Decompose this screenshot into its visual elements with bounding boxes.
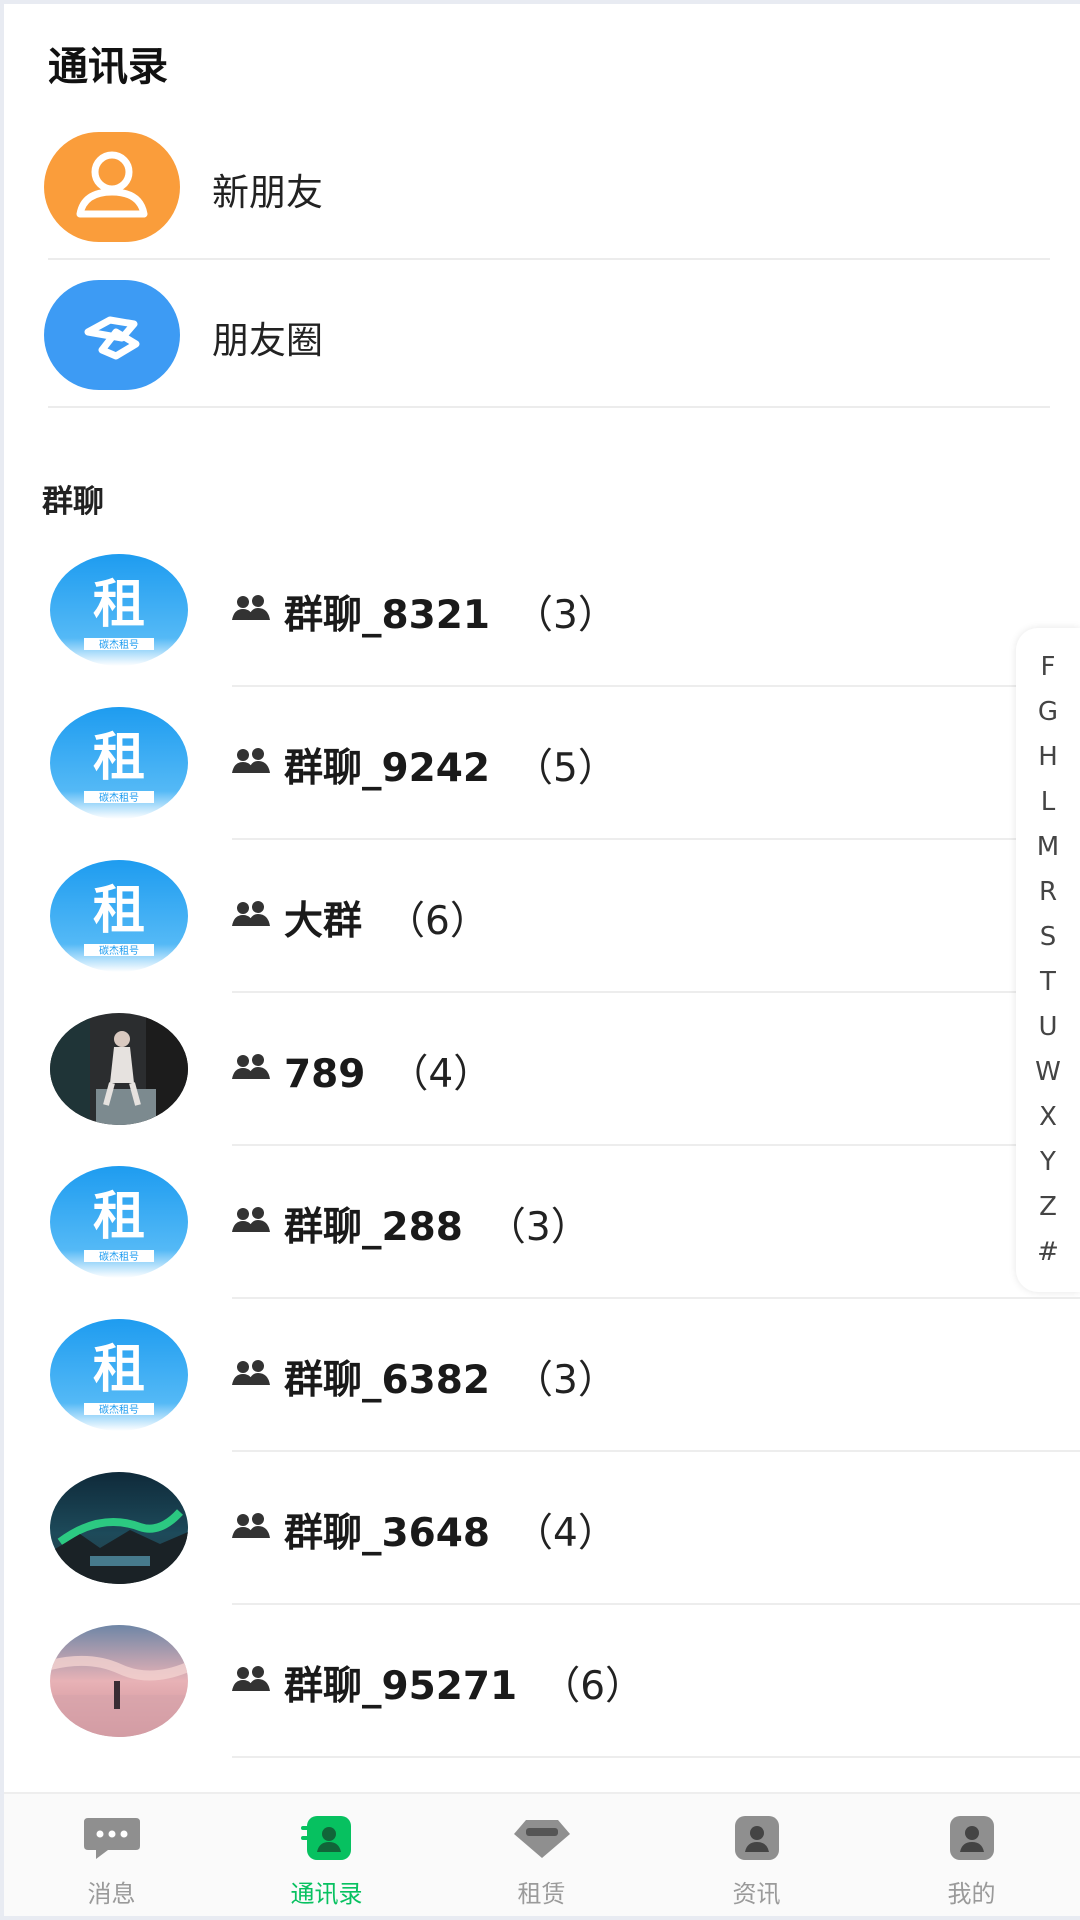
index-letter[interactable]: # [1016,1237,1080,1267]
group-row[interactable]: 租 碳杰租号 群聊_288 （3） [4,1146,1080,1299]
svg-text:租: 租 [93,1340,145,1400]
tab-label: 资讯 [732,1880,781,1908]
group-row[interactable]: 群聊_95271 （6） [4,1605,1080,1758]
group-member-count: （3） [514,593,617,638]
moments-item[interactable]: 朋友圈 [4,258,1080,406]
svg-text:碳杰租号: 碳杰租号 [99,791,139,804]
group-member-count: （6） [541,1664,645,1709]
index-letter[interactable]: Y [1016,1147,1080,1177]
group-name: 群聊_95271 （6） [284,1664,645,1709]
group-member-count: （3） [514,1358,617,1403]
svg-text:租: 租 [93,575,145,635]
group-row[interactable]: 租 碳杰租号 群聊_9242 （5） [4,687,1080,840]
tab-label: 通讯录 [290,1880,363,1908]
diamond-icon [514,1820,570,1858]
tab-news[interactable]: 资讯 [649,1794,864,1916]
group-member-count: （6） [386,899,489,944]
index-letter[interactable]: U [1016,1012,1080,1042]
svg-text:碳杰租号: 碳杰租号 [99,1403,139,1416]
tab-messages[interactable]: 消息 [4,1794,219,1916]
group-name: 群聊_9242 （5） [284,746,617,791]
news-icon [735,1816,779,1860]
group-name: 群聊_288 （3） [284,1205,590,1250]
group-icon [232,1666,270,1691]
group-avatar-photo [50,1625,188,1737]
group-avatar-zu-logo: 租 碳杰租号 [50,554,188,666]
contacts-screen: 通讯录 新朋友 朋友圈 群聊 租 碳杰租号 群聊_8321 （3） 租 碳杰租号… [4,4,1080,1916]
new-friends-item[interactable]: 新朋友 [4,110,1080,258]
tab-profile[interactable]: 我的 [864,1794,1079,1916]
index-letter[interactable]: X [1016,1102,1080,1132]
group-name: 群聊_8321 （3） [284,593,617,638]
index-letter[interactable]: G [1016,697,1080,727]
page-title: 通讯录 [48,44,168,90]
index-letter[interactable]: R [1016,877,1080,907]
svg-text:碳杰租号: 碳杰租号 [99,638,139,651]
group-member-count: （5） [514,746,617,791]
group-name: 群聊_6382 （3） [284,1358,617,1403]
group-icon [232,1054,270,1079]
group-icon [232,1513,270,1538]
svg-text:租: 租 [93,1187,145,1247]
group-row[interactable]: 789 （4） [4,993,1080,1146]
svg-text:租: 租 [93,881,145,941]
contacts-icon [301,1816,351,1860]
tab-label: 租赁 [517,1880,566,1908]
index-letter[interactable]: H [1016,742,1080,772]
group-avatar-zu-logo: 租 碳杰租号 [50,860,188,972]
bottom-tab-bar: 消息 通讯录 租赁 资讯 我的 [4,1792,1080,1916]
group-row[interactable]: 租 碳杰租号 大群 （6） [4,840,1080,993]
group-avatar-zu-logo: 租 碳杰租号 [50,707,188,819]
group-icon [232,1207,270,1232]
moments-icon [44,280,180,390]
index-letter[interactable]: M [1016,832,1080,862]
group-avatar-zu-logo: 租 碳杰租号 [50,1319,188,1431]
index-letter[interactable]: F [1016,652,1080,682]
tab-contacts[interactable]: 通讯录 [219,1794,434,1916]
group-name: 789 （4） [284,1052,493,1097]
tab-label: 消息 [87,1880,136,1908]
group-row[interactable]: 租 碳杰租号 群聊_6382 （3） [4,1299,1080,1452]
index-letter[interactable]: L [1016,787,1080,817]
group-section-title: 群聊 [42,484,104,520]
group-row[interactable]: 租 碳杰租号 群聊_8321 （3） [4,534,1080,687]
group-avatar-photo [50,1013,188,1125]
index-letter[interactable]: T [1016,967,1080,997]
group-name: 大群 （6） [284,899,489,944]
group-avatar-zu-logo: 租 碳杰租号 [50,1166,188,1278]
tab-label: 我的 [947,1880,996,1908]
group-row[interactable]: 群聊_3648 （4） [4,1452,1080,1605]
svg-text:碳杰租号: 碳杰租号 [99,1250,139,1263]
group-icon [232,748,270,773]
tab-rental[interactable]: 租赁 [434,1794,649,1916]
row-divider [232,1756,1080,1758]
chat-icon [84,1818,140,1859]
svg-text:碳杰租号: 碳杰租号 [99,944,139,957]
group-name: 群聊_3648 （4） [284,1511,617,1556]
divider [48,406,1050,408]
group-avatar-photo [50,1472,188,1584]
user-icon [44,132,180,242]
svg-text:租: 租 [93,728,145,788]
group-member-count: （3） [486,1205,590,1250]
group-member-count: （4） [514,1511,617,1556]
alphabet-index-bar[interactable]: F G H L M R S T U W X Y Z # [1016,628,1080,1292]
group-icon [232,595,270,620]
group-icon [232,901,270,926]
group-member-count: （4） [389,1052,493,1097]
index-letter[interactable]: W [1016,1057,1080,1087]
moments-label: 朋友圈 [212,319,323,362]
index-letter[interactable]: Z [1016,1192,1080,1222]
profile-icon [950,1816,994,1860]
group-icon [232,1360,270,1385]
index-letter[interactable]: S [1016,922,1080,952]
new-friends-label: 新朋友 [212,171,323,214]
